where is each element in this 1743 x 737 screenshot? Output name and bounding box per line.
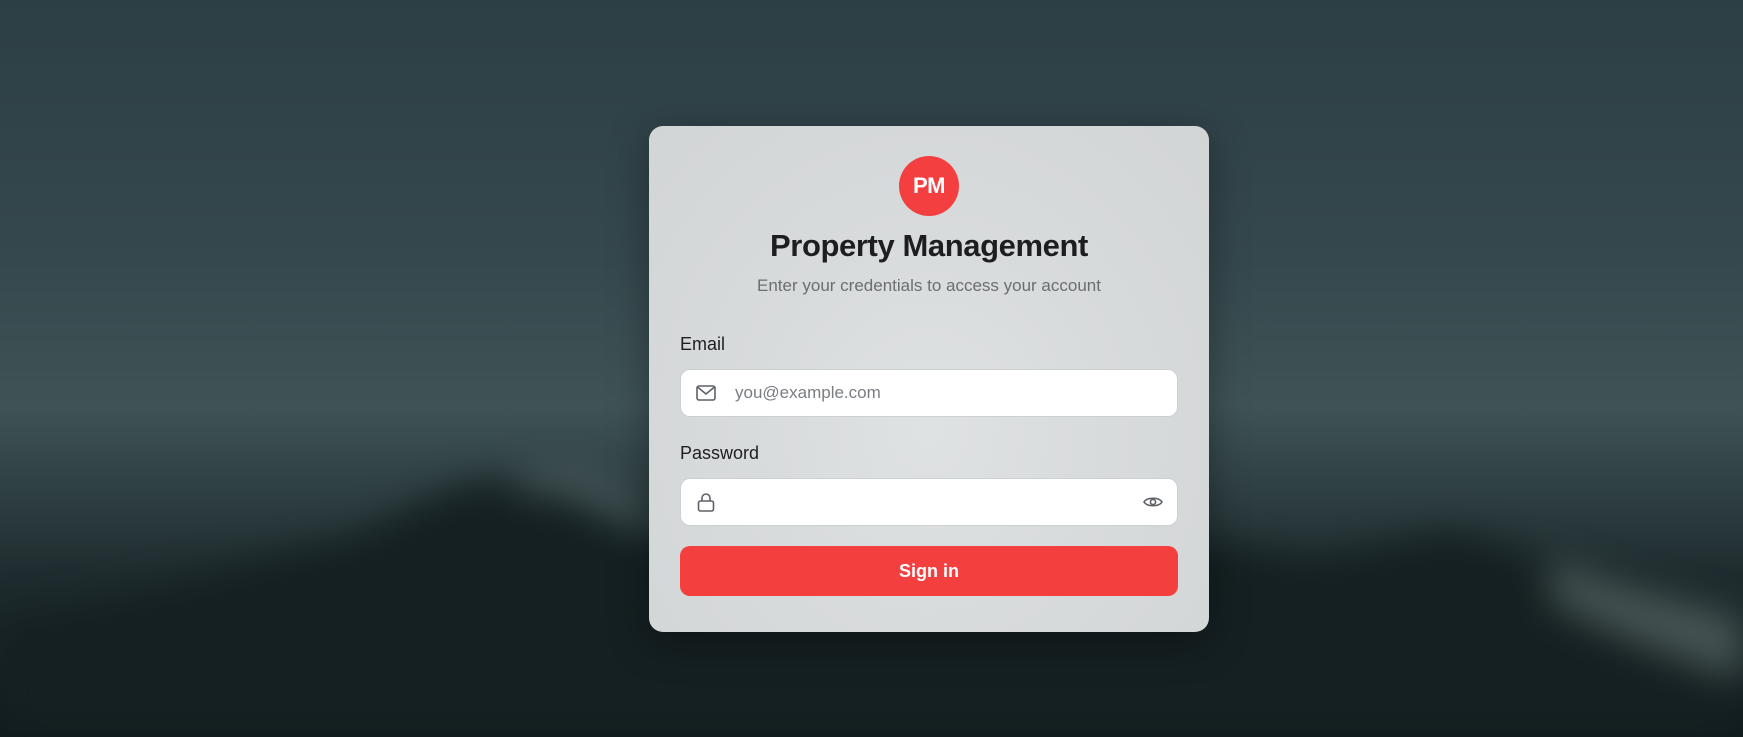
email-field[interactable] <box>680 369 1178 417</box>
email-label: Email <box>680 334 726 354</box>
password-field[interactable] <box>680 478 1178 526</box>
brand-logo: PM <box>899 156 959 216</box>
login-card: PM Property Management Enter your creden… <box>649 126 1209 632</box>
password-input[interactable] <box>733 478 1141 526</box>
page-subtitle: Enter your credentials to access your ac… <box>757 276 1101 295</box>
mail-icon <box>695 382 717 404</box>
sign-in-button[interactable]: Sign in <box>680 546 1178 596</box>
email-input[interactable] <box>733 369 1177 417</box>
page-title: Property Management <box>770 228 1088 263</box>
password-label: Password <box>680 443 760 463</box>
lock-icon <box>695 491 717 513</box>
eye-icon[interactable] <box>1141 490 1165 514</box>
